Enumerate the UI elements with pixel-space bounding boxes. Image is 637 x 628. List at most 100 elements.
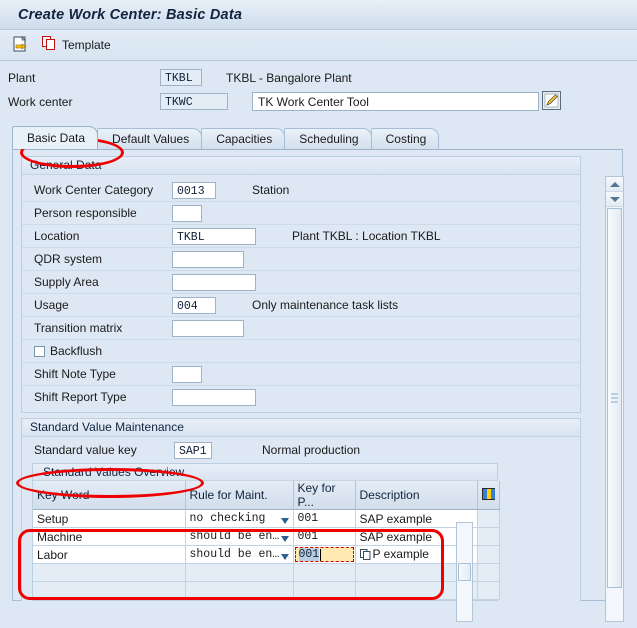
- table-header-row: Key Word Rule for Maint. Key for P... De…: [33, 481, 500, 510]
- workcenter-field[interactable]: TKWC: [160, 93, 228, 110]
- field-label: Shift Note Type: [34, 367, 116, 381]
- field-description: Plant TKBL : Location TKBL: [292, 229, 441, 243]
- field-label: Person responsible: [34, 206, 137, 220]
- transition-matrix-input[interactable]: [172, 319, 244, 337]
- column-header-key-word[interactable]: Key Word: [33, 481, 186, 510]
- cell-spacer: [477, 545, 500, 564]
- focused-input[interactable]: 001: [294, 547, 354, 562]
- tab-basic-data[interactable]: Basic Data: [12, 126, 99, 149]
- standard-values-overview-title: Standard Values Overview: [33, 464, 497, 481]
- shift-report-type-input[interactable]: [172, 388, 256, 406]
- scrollbar-thumb[interactable]: [607, 208, 622, 588]
- scrollbar-grip: [611, 393, 618, 403]
- general-data-title: General Data: [22, 157, 580, 175]
- supply-area-input[interactable]: [172, 273, 256, 291]
- table-row-empty[interactable]: [33, 563, 500, 582]
- column-header-key-for-p[interactable]: Key for P...: [293, 481, 356, 510]
- pencil-edit-icon[interactable]: [542, 90, 561, 113]
- tab-label: Default Values: [112, 132, 190, 146]
- cell-empty[interactable]: [33, 581, 186, 600]
- column-header-description[interactable]: Description: [355, 481, 478, 510]
- table-scrollbar-thumb[interactable]: [458, 563, 471, 581]
- cell-rule-for-maint[interactable]: should be en…: [185, 545, 294, 564]
- cell-empty[interactable]: [33, 563, 186, 582]
- field-row-shift-note-type: Shift Note Type: [22, 363, 580, 386]
- cell-empty[interactable]: [185, 581, 294, 600]
- column-config-header[interactable]: [477, 481, 500, 510]
- standard-value-maintenance-title: Standard Value Maintenance: [22, 419, 580, 437]
- cell-rule-for-maint[interactable]: no checking: [185, 509, 294, 528]
- cell-empty[interactable]: [293, 563, 356, 582]
- cell-key-for-p[interactable]: 001: [293, 527, 356, 546]
- focused-input-value: 001: [298, 548, 320, 561]
- document-export-button[interactable]: [10, 34, 31, 57]
- template-label: Template: [62, 38, 111, 52]
- tabstrip: Basic Data Default Values Capacities Sch…: [0, 125, 637, 149]
- table-row-empty[interactable]: [33, 581, 500, 600]
- cell-key-for-p-focused[interactable]: 001: [293, 545, 356, 564]
- copy-overlay-icon[interactable]: [359, 548, 371, 563]
- field-label: Shift Report Type: [34, 390, 127, 404]
- panel-vertical-scrollbar[interactable]: [605, 176, 624, 622]
- general-data-group: General Data Work Center Category 0013 S…: [21, 156, 581, 413]
- field-label: QDR system: [34, 252, 103, 266]
- standard-value-maintenance-body: Standard value key SAP1 Normal productio…: [22, 437, 580, 601]
- tab-default-values[interactable]: Default Values: [97, 128, 203, 149]
- tab-costing[interactable]: Costing: [370, 128, 440, 149]
- cell-spacer: [477, 509, 500, 528]
- work-center-category-input[interactable]: 0013: [172, 181, 216, 199]
- chevron-down-icon[interactable]: [280, 554, 289, 560]
- field-description: Station: [252, 183, 290, 197]
- workcenter-row: Work center TKWC TK Work Center Tool: [0, 90, 637, 113]
- table-row[interactable]: Setup no checking 001 SAP example: [33, 509, 500, 528]
- shift-note-type-input[interactable]: [172, 365, 202, 383]
- sap-work-center-window: Create Work Center: Basic Data Template: [0, 0, 637, 628]
- backflush-checkbox[interactable]: [34, 345, 45, 357]
- table-vertical-scrollbar[interactable]: [456, 522, 473, 622]
- field-label: Work Center Category: [34, 183, 154, 197]
- chevron-down-icon[interactable]: [280, 536, 289, 542]
- cell-empty[interactable]: [185, 563, 294, 582]
- cell-rule-text: should be en…: [189, 548, 280, 561]
- field-row-qdr-system: QDR system: [22, 248, 580, 271]
- scroll-up-button[interactable]: [606, 177, 623, 192]
- cell-key-word[interactable]: Machine: [33, 527, 186, 546]
- toolbar: Template: [0, 30, 637, 61]
- standard-value-maintenance-group: Standard Value Maintenance Standard valu…: [21, 418, 581, 601]
- location-input[interactable]: TKBL: [172, 227, 256, 245]
- table-row[interactable]: Labor should be en… 001 P example: [33, 545, 500, 564]
- page-title: Create Work Center: Basic Data: [18, 6, 243, 23]
- scroll-down-button[interactable]: [606, 192, 623, 207]
- workcenter-description-input[interactable]: TK Work Center Tool: [252, 92, 539, 111]
- template-button[interactable]: Template: [39, 34, 114, 56]
- tab-capacities[interactable]: Capacities: [201, 128, 286, 149]
- cell-empty[interactable]: [293, 581, 356, 600]
- cell-key-word[interactable]: Setup: [33, 509, 186, 528]
- chevron-down-icon[interactable]: [280, 518, 289, 524]
- standard-value-key-description: Normal production: [262, 443, 361, 457]
- field-row-transition-matrix: Transition matrix: [22, 317, 580, 340]
- plant-row: Plant TKBL TKBL - Bangalore Plant: [0, 67, 637, 88]
- field-label: Supply Area: [34, 275, 99, 289]
- tab-scheduling[interactable]: Scheduling: [284, 128, 372, 149]
- backflush-row[interactable]: Backflush: [22, 340, 580, 363]
- qdr-system-input[interactable]: [172, 250, 244, 268]
- cell-description-text: P example: [372, 546, 429, 561]
- plant-label: Plant: [8, 70, 36, 85]
- column-header-rule-for-maint[interactable]: Rule for Maint.: [185, 481, 294, 510]
- plant-field[interactable]: TKBL: [160, 69, 202, 86]
- cell-rule-for-maint[interactable]: should be en…: [185, 527, 294, 546]
- cell-key-word[interactable]: Labor: [33, 545, 186, 564]
- cell-key-for-p[interactable]: 001: [293, 509, 356, 528]
- tab-label: Scheduling: [299, 132, 359, 146]
- backflush-label: Backflush: [50, 344, 103, 358]
- plant-description: TKBL - Bangalore Plant: [226, 70, 352, 85]
- general-data-body: Work Center Category 0013 Station Person…: [22, 175, 580, 412]
- person-responsible-input[interactable]: [172, 204, 202, 222]
- table-row[interactable]: Machine should be en… 001 SAP example: [33, 527, 500, 546]
- standard-value-key-input[interactable]: SAP1: [174, 441, 212, 459]
- usage-input[interactable]: 004: [172, 296, 216, 314]
- column-settings-icon[interactable]: [481, 487, 495, 500]
- header-fields: Plant TKBL TKBL - Bangalore Plant Work c…: [0, 61, 637, 119]
- copy-template-icon: [42, 36, 57, 54]
